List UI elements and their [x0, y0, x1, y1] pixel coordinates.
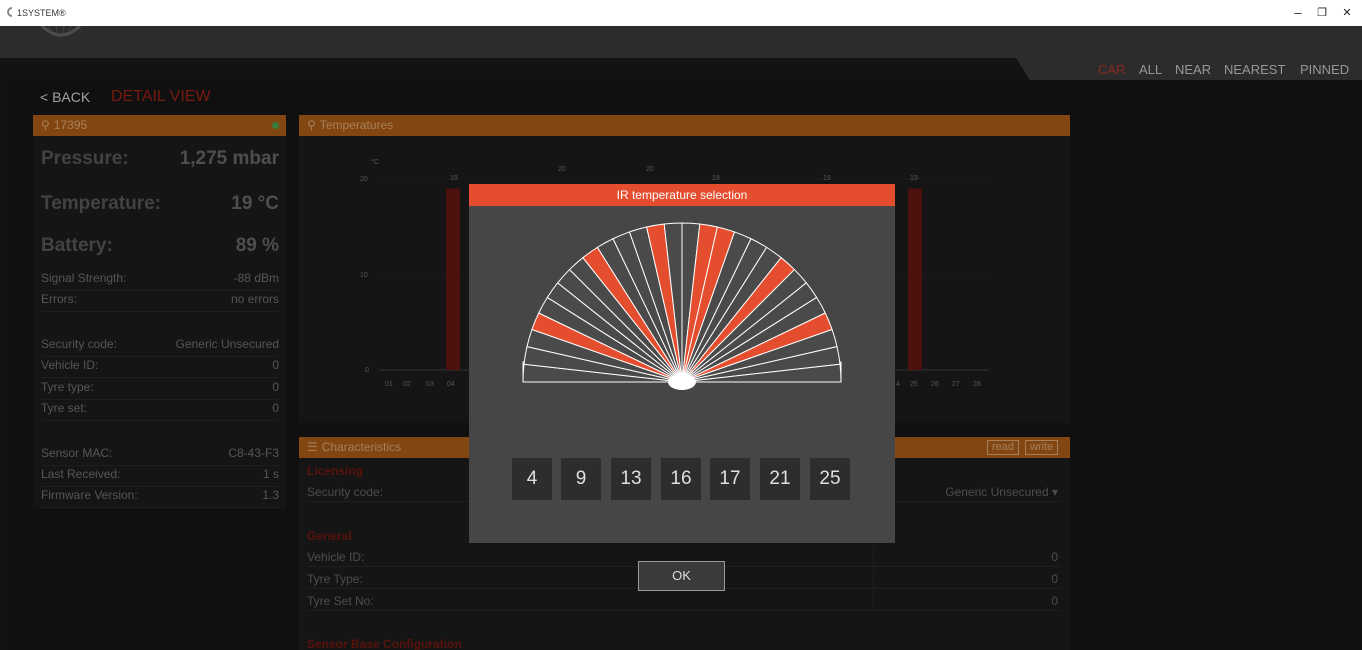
ir-selected-chip[interactable]: 4: [512, 458, 552, 500]
close-button[interactable]: ✕: [1336, 4, 1358, 22]
ir-selected-chip[interactable]: 17: [710, 458, 750, 500]
restore-button[interactable]: ❐: [1311, 4, 1333, 22]
ir-selected-chip[interactable]: 21: [760, 458, 800, 500]
dialog-title: IR temperature selection: [469, 184, 895, 206]
minimize-button[interactable]: –: [1287, 4, 1309, 22]
window-title: 1SYSTEM®: [17, 8, 66, 18]
ir-segment-fan[interactable]: [469, 206, 895, 446]
app-logo-icon: [7, 7, 13, 17]
ir-selected-chip[interactable]: 25: [810, 458, 850, 500]
ir-selected-chip[interactable]: 16: [661, 458, 701, 500]
ir-selected-chip[interactable]: 13: [611, 458, 651, 500]
ok-button[interactable]: OK: [638, 561, 725, 591]
ir-temperature-dialog: IR temperature selection 4 9 13 16 17 21…: [469, 184, 895, 543]
ir-selected-chip[interactable]: 9: [561, 458, 601, 500]
window-titlebar: 1SYSTEM® – ❐ ✕: [0, 0, 1362, 26]
fan-origin-glow: [668, 374, 696, 390]
